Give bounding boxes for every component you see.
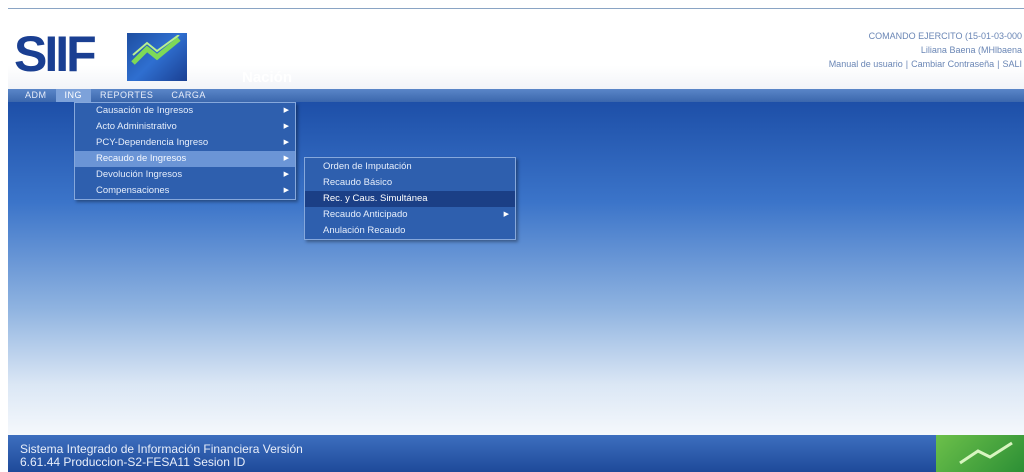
menu-item-label: Anulación Recaudo (323, 225, 406, 236)
logo-subtitle: Nación (242, 69, 293, 86)
menu-bar: ADM ING REPORTES CARGA (8, 89, 1024, 102)
logo-badge-icon: Nación (127, 33, 292, 86)
trend-arrow-icon (936, 435, 1024, 472)
menu-item-label: Recaudo Básico (323, 177, 393, 188)
header: SIIF Nación COMANDO EJERCITO (15-01-03-0… (8, 11, 1024, 89)
ing-dropdown-menu: Causación de Ingresos ▶ Acto Administrat… (74, 102, 296, 200)
menu-item-devolucion-ingresos[interactable]: Devolución Ingresos ▶ (75, 167, 295, 183)
menu-item-label: Compensaciones (96, 185, 170, 196)
main-content: Causación de Ingresos ▶ Acto Administrat… (8, 102, 1024, 435)
user-info: COMANDO EJERCITO (15-01-03-000 Liliana B… (829, 29, 1022, 71)
header-links: Manual de usuario | Cambiar Contraseña | SAL… (828, 59, 1022, 69)
tab-ing[interactable]: ING (55, 89, 92, 102)
change-password-link[interactable]: Cambiar Contraseña (911, 59, 994, 69)
user-name: Liliana Baena (MHlbaena (920, 45, 1022, 55)
siif-nacion-logo: SIIF Nación (14, 25, 292, 87)
menu-item-label: Causación de Ingresos (96, 105, 194, 116)
menu-item-pcy-dependencia[interactable]: PCY-Dependencia Ingreso ▶ (75, 135, 295, 151)
user-unit: COMANDO EJERCITO (15-01-03-000 (868, 31, 1022, 41)
user-manual-link[interactable]: Manual de usuario (829, 59, 903, 69)
chevron-right-icon: ▶ (283, 187, 289, 194)
logo-text: SIIF (14, 26, 97, 82)
menu-item-label: Rec. y Caus. Simultánea (323, 193, 428, 204)
chevron-right-icon: ▶ (283, 107, 289, 114)
tab-carga[interactable]: CARGA (162, 89, 215, 102)
menu-item-causacion-ingresos[interactable]: Causación de Ingresos ▶ (75, 103, 295, 119)
chevron-right-icon: ▶ (283, 123, 289, 130)
menu-item-label: Acto Administrativo (96, 121, 177, 132)
chevron-right-icon: ▶ (283, 139, 289, 146)
menu-item-compensaciones[interactable]: Compensaciones ▶ (75, 183, 295, 199)
menu-item-label: PCY-Dependencia Ingreso (96, 137, 209, 148)
menu-item-label: Recaudo Anticipado (323, 209, 408, 220)
menu-item-recaudo-ingresos[interactable]: Recaudo de Ingresos ▶ (75, 151, 295, 167)
menu-item-rec-caus-simultanea[interactable]: Rec. y Caus. Simultánea (305, 191, 515, 207)
menu-item-recaudo-anticipado[interactable]: Recaudo Anticipado ▶ (305, 207, 515, 223)
app-window: SIIF Nación COMANDO EJERCITO (15-01-03-0… (8, 8, 1024, 472)
version-line-2: 6.61.44 Produccion-S2-FESA11 Sesion ID (20, 455, 246, 469)
chevron-right-icon: ▶ (283, 155, 289, 162)
tab-adm[interactable]: ADM (16, 89, 56, 102)
tab-reportes[interactable]: REPORTES (91, 89, 162, 102)
version-info: Sistema Integrado de Información Financi… (20, 443, 303, 469)
menu-item-label: Orden de Imputación (323, 161, 412, 172)
menu-item-acto-administrativo[interactable]: Acto Administrativo ▶ (75, 119, 295, 135)
menu-item-anulacion-recaudo[interactable]: Anulación Recaudo (305, 223, 515, 239)
footer: Sistema Integrado de Información Financi… (8, 435, 1024, 472)
logout-link[interactable]: SALI (1002, 59, 1022, 69)
menu-item-orden-imputacion[interactable]: Orden de Imputación (305, 158, 515, 175)
recaudo-submenu: Orden de Imputación Recaudo Básico Rec. … (304, 157, 516, 240)
chevron-right-icon: ▶ (283, 171, 289, 178)
chevron-right-icon: ▶ (503, 211, 509, 218)
menu-item-label: Recaudo de Ingresos (96, 153, 187, 164)
menu-item-label: Devolución Ingresos (96, 169, 183, 180)
menu-item-recaudo-basico[interactable]: Recaudo Básico (305, 175, 515, 191)
